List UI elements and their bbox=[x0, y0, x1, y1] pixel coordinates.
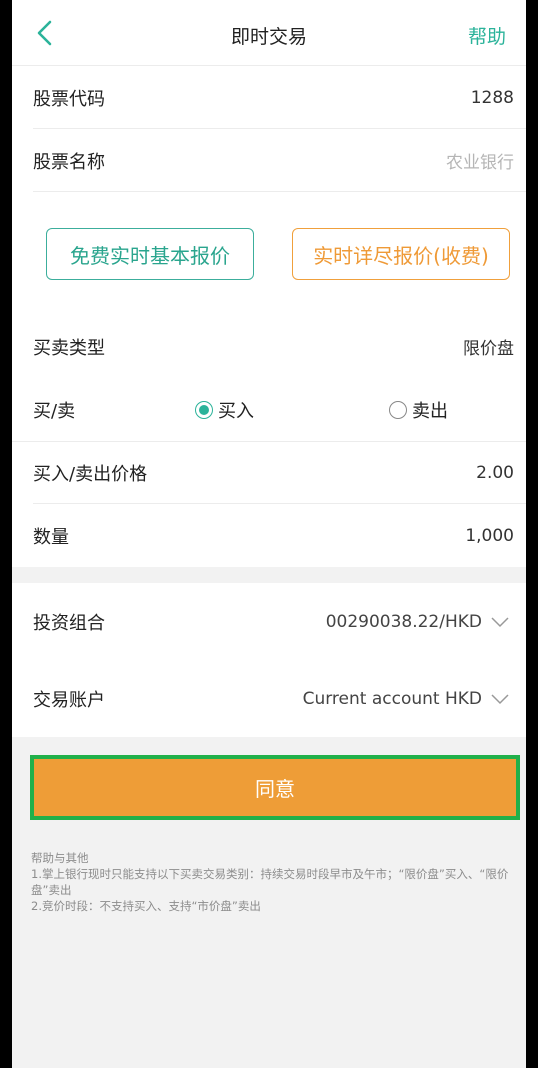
order-type-value[interactable]: 限价盘 bbox=[463, 334, 514, 359]
section-divider bbox=[12, 567, 526, 583]
stock-name-row[interactable]: 股票名称 农业银行 bbox=[12, 129, 526, 192]
portfolio-value[interactable]: 00290038.22/HKD bbox=[326, 612, 482, 632]
account-select[interactable]: 交易账户 Current account HKD bbox=[12, 660, 526, 737]
account-value[interactable]: Current account HKD bbox=[303, 689, 482, 709]
app-screen: 即时交易 帮助 股票代码 1288 股票名称 农业银行 免费实时基本报价 实时详… bbox=[12, 0, 526, 1068]
portfolio-label: 投资组合 bbox=[33, 612, 105, 634]
stock-code-row[interactable]: 股票代码 1288 bbox=[12, 66, 526, 129]
stock-code-value[interactable]: 1288 bbox=[471, 88, 514, 108]
agree-button-highlight: 同意 bbox=[30, 755, 520, 820]
stock-code-label: 股票代码 bbox=[33, 88, 105, 110]
quantity-value[interactable]: 1,000 bbox=[465, 526, 514, 546]
order-type-row[interactable]: 买卖类型 限价盘 bbox=[12, 315, 526, 378]
price-value[interactable]: 2.00 bbox=[476, 463, 514, 483]
notes-line-2: 2.竞价时段：不支持买入、支持“市价盘”卖出 bbox=[31, 899, 261, 913]
portfolio-select[interactable]: 投资组合 00290038.22/HKD bbox=[12, 583, 526, 660]
sell-label: 卖出 bbox=[412, 400, 448, 422]
buy-sell-row: 买/卖 买入 卖出 bbox=[12, 378, 526, 441]
buy-radio[interactable]: 买入 bbox=[195, 397, 254, 423]
stock-name-field[interactable]: 农业银行 bbox=[446, 148, 514, 173]
paid-quote-button[interactable]: 实时详尽报价(收费) bbox=[292, 228, 510, 280]
free-quote-button[interactable]: 免费实时基本报价 bbox=[46, 228, 254, 280]
price-label: 买入/卖出价格 bbox=[33, 464, 148, 485]
buy-label: 买入 bbox=[218, 400, 254, 422]
agree-button[interactable]: 同意 bbox=[34, 759, 516, 816]
account-label: 交易账户 bbox=[33, 689, 105, 711]
help-link[interactable]: 帮助 bbox=[468, 22, 506, 49]
quantity-row[interactable]: 数量 1,000 bbox=[12, 504, 526, 567]
page-title: 即时交易 bbox=[230, 26, 307, 48]
sell-radio[interactable]: 卖出 bbox=[389, 397, 448, 423]
stock-info: 股票代码 1288 股票名称 农业银行 bbox=[12, 66, 526, 192]
chevron-down-icon bbox=[491, 693, 509, 704]
notes-line-1: 1.掌上银行现时只能支持以下买卖交易类别：持续交易时段早市及午市；“限价盘”买入… bbox=[31, 867, 509, 897]
header: 即时交易 帮助 bbox=[12, 0, 526, 66]
stock-name-label: 股票名称 bbox=[33, 151, 105, 173]
chevron-down-icon bbox=[491, 616, 509, 627]
help-notes: 帮助与其他 1.掌上银行现时只能支持以下买卖交易类别：持续交易时段早市及午市；“… bbox=[31, 850, 521, 914]
quote-buttons: 免费实时基本报价 实时详尽报价(收费) bbox=[12, 192, 526, 315]
order-type-label: 买卖类型 bbox=[33, 337, 105, 359]
notes-title: 帮助与其他 bbox=[31, 851, 89, 865]
radio-checked-icon bbox=[195, 400, 213, 419]
quantity-label: 数量 bbox=[33, 526, 69, 548]
buy-sell-label: 买/卖 bbox=[33, 400, 76, 422]
radio-unchecked-icon bbox=[389, 400, 407, 419]
price-row[interactable]: 买入/卖出价格 2.00 bbox=[12, 441, 526, 504]
